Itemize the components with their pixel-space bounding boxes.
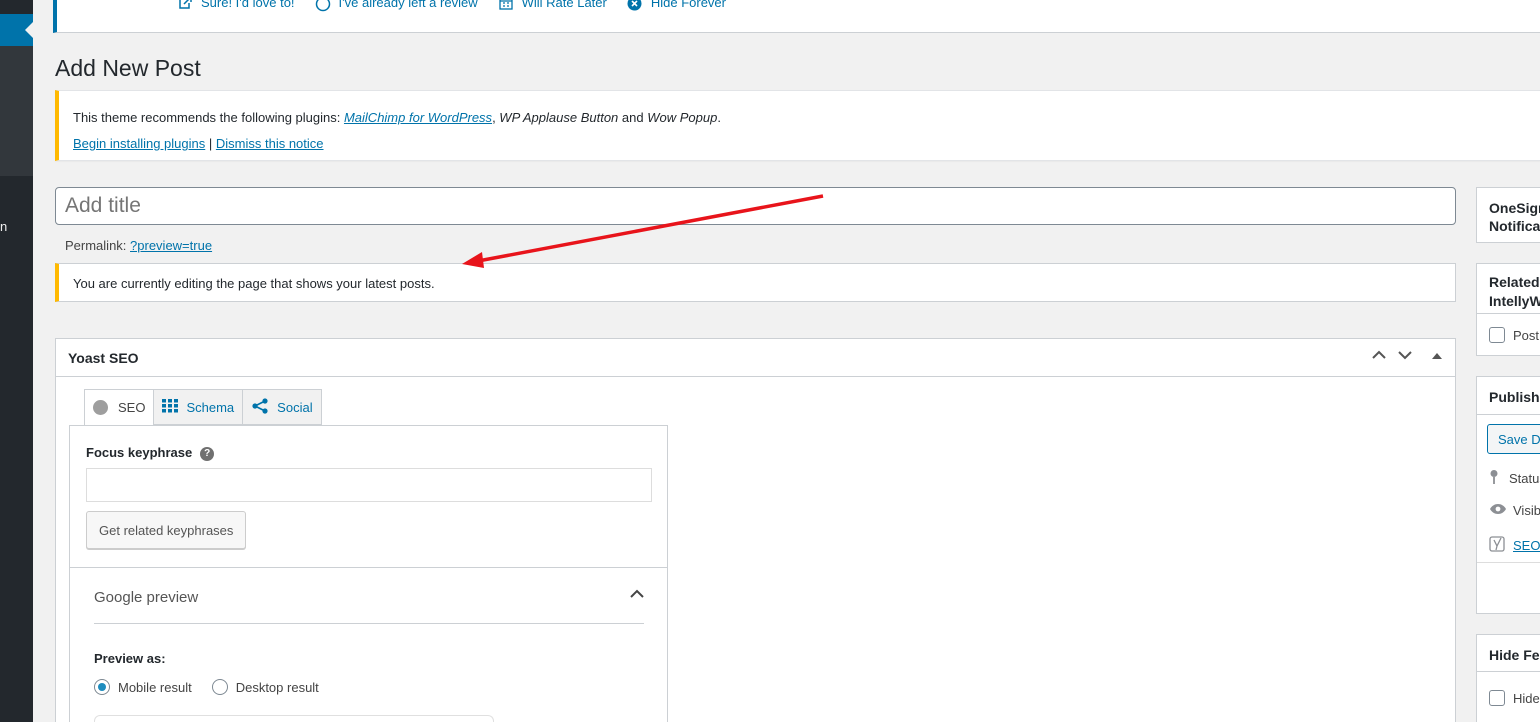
hide-featured-checkbox[interactable]: Hide bbox=[1489, 690, 1540, 706]
focus-keyphrase-input[interactable] bbox=[86, 468, 652, 502]
mailchimp-plugin-link[interactable]: MailChimp for WordPress bbox=[344, 110, 492, 125]
seo-panel: Focus keyphrase? Get related keyphrases … bbox=[69, 425, 668, 722]
get-related-keyphrases-button[interactable]: Get related keyphrases bbox=[86, 511, 247, 549]
share-icon bbox=[251, 397, 269, 417]
yoast-tabs: SEO Schema Social bbox=[84, 389, 322, 426]
checkbox[interactable] bbox=[1489, 690, 1505, 706]
yoast-title: Yoast SEO bbox=[68, 350, 139, 366]
desktop-result-radio[interactable]: Desktop result bbox=[211, 679, 319, 695]
eye-icon bbox=[1489, 503, 1507, 518]
admin-menu-item-posts[interactable] bbox=[0, 14, 33, 46]
status-row: Status: bbox=[1489, 469, 1540, 488]
mobile-result-radio[interactable]: Mobile result bbox=[94, 679, 192, 695]
permalink-link[interactable]: ?preview=true bbox=[130, 238, 212, 253]
hide-featured-title[interactable]: Hide Featured Image bbox=[1477, 635, 1540, 672]
collapse-toggle-icon[interactable] bbox=[1427, 347, 1447, 363]
tab-schema[interactable]: Schema bbox=[153, 389, 244, 425]
hide-featured-image-box: Hide Featured Image Hide bbox=[1476, 634, 1540, 722]
calendar-icon bbox=[498, 0, 514, 10]
related-post-checkbox[interactable]: Post bbox=[1489, 327, 1539, 343]
review-hide-link[interactable]: Hide Forever bbox=[627, 0, 726, 10]
save-draft-button[interactable]: Save Draft bbox=[1487, 424, 1540, 454]
onesignal-title[interactable]: OneSignal Push Notifications bbox=[1477, 188, 1540, 234]
admin-menu-label-fragment[interactable]: n bbox=[0, 219, 7, 234]
admin-sidebar: n bbox=[0, 0, 33, 722]
admin-submenu bbox=[0, 46, 33, 176]
help-icon[interactable]: ? bbox=[200, 447, 215, 461]
yoast-logo-icon bbox=[1489, 536, 1507, 555]
publish-title[interactable]: Publish bbox=[1477, 377, 1540, 415]
tab-seo[interactable]: SEO bbox=[84, 389, 155, 426]
plugin-notice-text: This theme recommends the following plug… bbox=[73, 110, 721, 125]
radio-unchecked-icon[interactable] bbox=[211, 679, 228, 695]
applause-plugin-name: WP Applause Button bbox=[499, 110, 619, 125]
begin-installing-link[interactable]: Begin installing plugins bbox=[73, 136, 205, 151]
radio-checked-icon[interactable] bbox=[94, 679, 110, 695]
move-up-icon[interactable] bbox=[1369, 347, 1389, 363]
review-later-link[interactable]: Will Rate Later bbox=[498, 0, 607, 10]
publish-divider bbox=[1477, 562, 1540, 563]
google-preview-title[interactable]: Google preview bbox=[94, 589, 198, 606]
chevron-up-icon[interactable] bbox=[630, 586, 644, 602]
checkbox[interactable] bbox=[1489, 327, 1505, 343]
review-yes-link[interactable]: Sure! I'd love to! bbox=[177, 0, 295, 10]
dismiss-icon bbox=[627, 0, 643, 10]
dismiss-notice-link[interactable]: Dismiss this notice bbox=[216, 136, 324, 151]
editing-notice-text: You are currently editing the page that … bbox=[73, 276, 435, 291]
visibility-row: Visibility: bbox=[1489, 503, 1540, 518]
editing-notice: You are currently editing the page that … bbox=[55, 263, 1456, 302]
grid-icon bbox=[162, 398, 179, 416]
tab-social[interactable]: Social bbox=[242, 389, 322, 425]
post-title-input[interactable] bbox=[55, 187, 1456, 225]
google-preview-divider bbox=[94, 623, 644, 624]
yoast-seo-metabox: Yoast SEO SEO Schema Social Focus keyphr… bbox=[55, 338, 1456, 722]
external-link-icon bbox=[177, 0, 193, 10]
onesignal-box: OneSignal Push Notifications bbox=[1476, 187, 1540, 243]
plugin-recommendation-notice: This theme recommends the following plug… bbox=[55, 90, 1540, 161]
seo-score-dot-icon bbox=[93, 400, 108, 415]
review-notice: Sure! I'd love to! I've already left a r… bbox=[53, 0, 1540, 33]
google-preview-card bbox=[94, 715, 494, 722]
related-posts-box: Related Posts by IntellyWP Post bbox=[1476, 263, 1540, 356]
page-title: Add New Post bbox=[55, 55, 201, 81]
plugin-notice-actions: Begin installing plugins | Dismiss this … bbox=[73, 136, 324, 151]
related-posts-title[interactable]: Related Posts by IntellyWP bbox=[1477, 264, 1540, 314]
move-down-icon[interactable] bbox=[1395, 347, 1415, 363]
pin-icon bbox=[1489, 469, 1499, 488]
review-already-link[interactable]: I've already left a review bbox=[315, 0, 478, 11]
yoast-header[interactable]: Yoast SEO bbox=[56, 339, 1455, 377]
publish-box: Publish Save Draft Status: Visibility: S… bbox=[1476, 376, 1540, 614]
permalink: Permalink: ?preview=true bbox=[65, 238, 213, 253]
preview-mode-radios: Mobile result Desktop result bbox=[94, 679, 339, 695]
panel-divider bbox=[70, 567, 667, 568]
seo-score-link[interactable]: SEO bbox=[1513, 538, 1540, 553]
preview-as-label: Preview as: bbox=[94, 651, 166, 666]
seo-score-row: SEO: bbox=[1489, 536, 1540, 555]
focus-keyphrase-label: Focus keyphrase? bbox=[86, 445, 215, 461]
smiley-icon bbox=[315, 0, 331, 11]
wow-popup-plugin-name: Wow Popup bbox=[647, 110, 718, 125]
